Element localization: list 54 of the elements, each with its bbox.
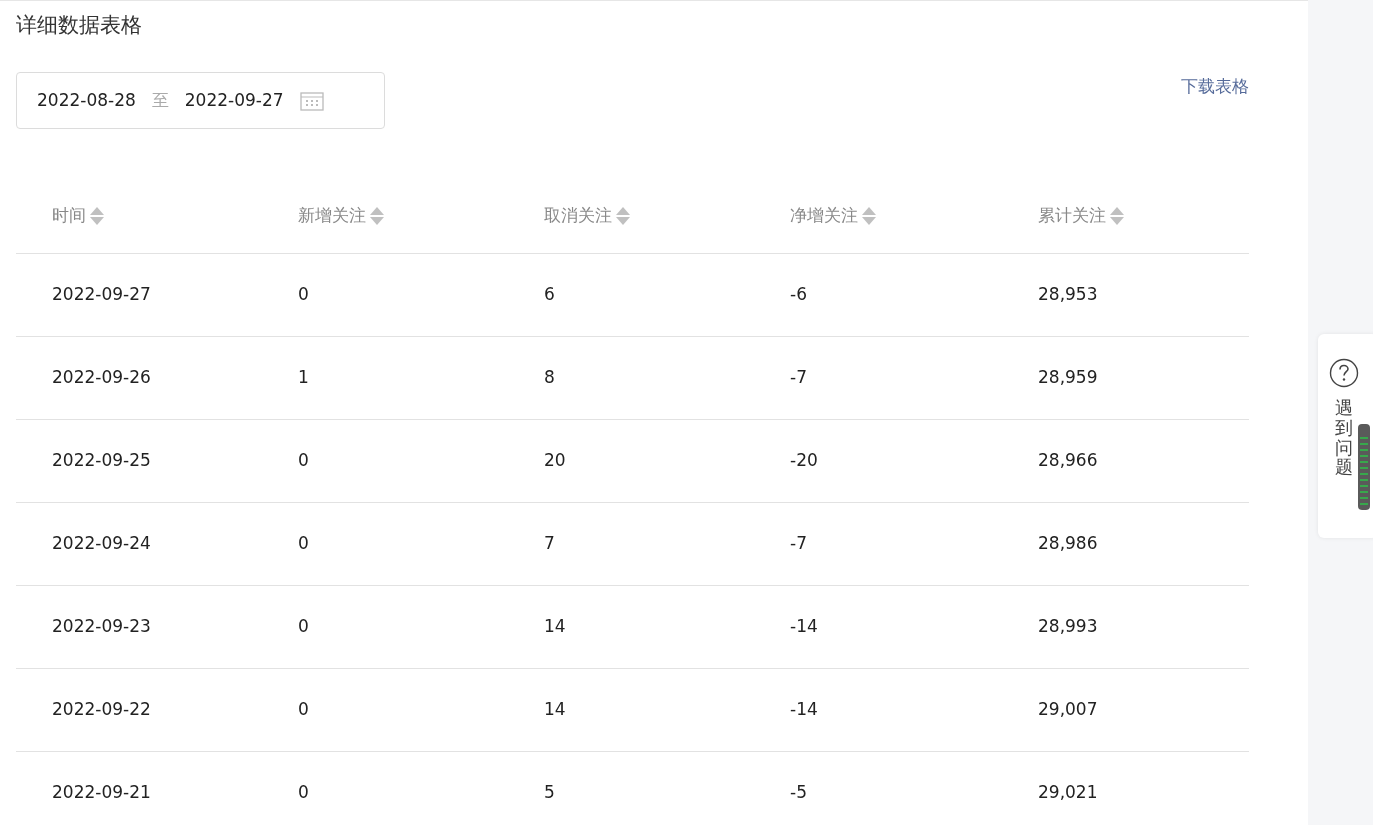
start-date: 2022-08-28	[37, 88, 136, 112]
column-header[interactable]: 新增关注	[298, 203, 384, 229]
table-cell-text: 28,959	[1038, 366, 1098, 390]
table-cell-text: 2022-09-26	[52, 366, 151, 390]
table-cell-text: 2022-09-21	[52, 781, 151, 805]
table-cell-text: 6	[544, 283, 555, 307]
table-cell-text: 0	[298, 615, 309, 639]
table-cell-text: -6	[790, 283, 807, 307]
table-cell-text: 2022-09-25	[52, 449, 151, 473]
table-cell-text: 20	[544, 449, 566, 473]
calendar-icon	[299, 90, 324, 111]
table-cell-text: 28,986	[1038, 532, 1098, 556]
sort-icon	[370, 206, 384, 226]
table-cell-text: 2022-09-23	[52, 615, 151, 639]
table-cell-text: 7	[544, 532, 555, 556]
table-cell-text: 2022-09-24	[52, 532, 151, 556]
table-cell-text: -7	[790, 366, 807, 390]
column-header[interactable]: 净增关注	[790, 203, 876, 229]
table-cell-text: -5	[790, 781, 807, 805]
table-cell-text: 29,021	[1038, 781, 1098, 805]
table-cell-text: -14	[790, 615, 818, 639]
help-icon	[1329, 358, 1359, 388]
sort-icon	[616, 206, 630, 226]
sort-icon	[862, 206, 876, 226]
table-cell-text: 0	[298, 698, 309, 722]
end-date: 2022-09-27	[184, 88, 284, 112]
sort-icon	[90, 206, 104, 226]
section-title: 详细数据表格	[16, 12, 143, 39]
column-header[interactable]: 时间	[52, 203, 104, 229]
table-cell-text: 29,007	[1038, 698, 1098, 722]
table-cell-text: -14	[790, 698, 818, 722]
table-cell-text: 28,993	[1038, 615, 1098, 639]
table-cell-text: 0	[298, 532, 309, 556]
table-cell-text: 8	[544, 366, 555, 390]
download-table-link[interactable]: 下载表格	[1181, 74, 1249, 100]
column-header[interactable]: 累计关注	[1038, 203, 1124, 229]
table-cell-text: 5	[544, 781, 555, 805]
feedback-tab[interactable]: 遇到问题	[1318, 334, 1373, 538]
table-cell-text: -20	[790, 449, 818, 473]
table-cell-text: 28,966	[1038, 449, 1098, 473]
table-cell-text: 0	[298, 449, 309, 473]
table-cell-text: 2022-09-22	[52, 698, 151, 722]
column-header[interactable]: 取消关注	[544, 203, 630, 229]
table-cell-text: 2022-09-27	[52, 283, 151, 307]
table-cell-text: 0	[298, 781, 309, 805]
table-cell-text: 14	[544, 698, 566, 722]
sort-icon	[1110, 206, 1124, 226]
table-cell-text: 28,953	[1038, 283, 1098, 307]
table-cell-text: 0	[298, 283, 309, 307]
table-cell-text: 1	[298, 366, 309, 390]
table-cell-text: 14	[544, 615, 566, 639]
date-range-picker[interactable]: 2022-08-28 至 2022-09-27	[16, 72, 385, 129]
date-separator: 至	[151, 88, 169, 112]
table-cell-text: -7	[790, 532, 807, 556]
